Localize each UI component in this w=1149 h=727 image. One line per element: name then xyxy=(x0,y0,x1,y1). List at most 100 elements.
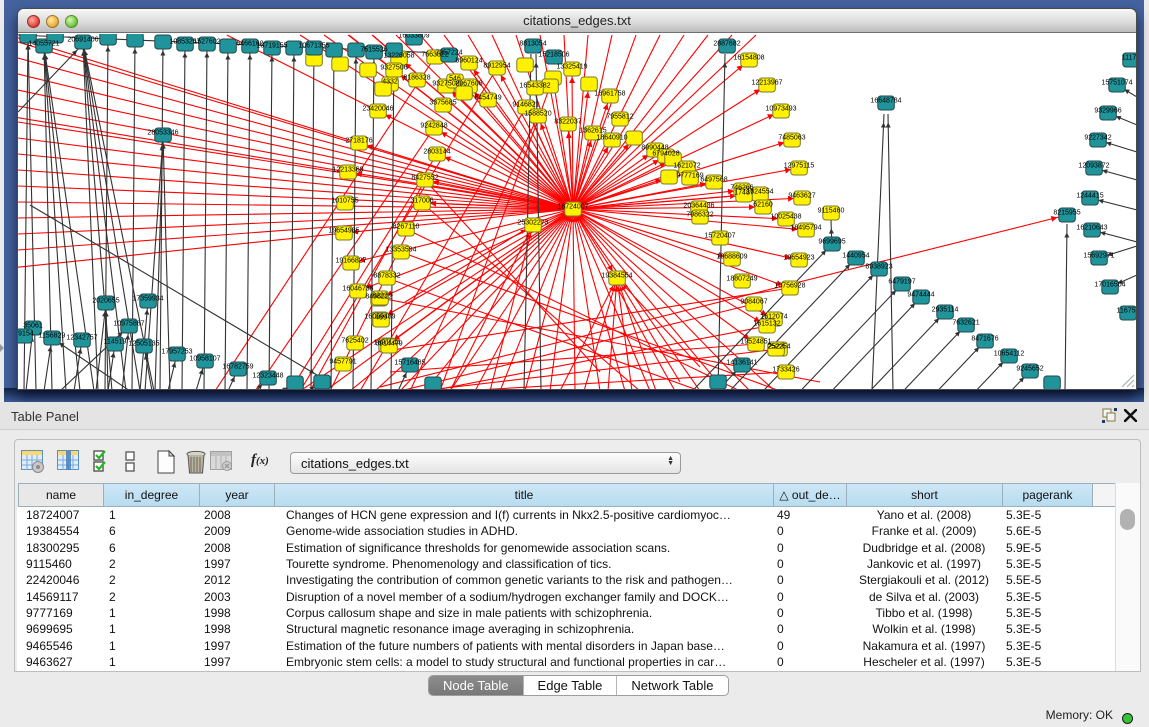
svg-text:1733426: 1733426 xyxy=(772,367,799,374)
svg-text:16046738: 16046738 xyxy=(342,286,373,293)
svg-text:2967608: 2967608 xyxy=(455,81,482,88)
svg-text:14055721: 14055721 xyxy=(28,41,59,48)
svg-text:9327506: 9327506 xyxy=(380,65,407,72)
svg-text:39154: 39154 xyxy=(18,331,34,338)
svg-text:7955812: 7955812 xyxy=(606,114,633,121)
svg-text:28053346: 28053346 xyxy=(147,130,178,137)
svg-text:17487: 17487 xyxy=(734,190,754,197)
svg-text:8938923: 8938923 xyxy=(865,264,892,271)
svg-text:2718176: 2718176 xyxy=(345,138,372,145)
svg-text:8454749: 8454749 xyxy=(474,95,501,102)
svg-text:10756928: 10756928 xyxy=(774,283,805,290)
svg-text:7625402: 7625402 xyxy=(341,338,368,345)
svg-text:6479197: 6479197 xyxy=(888,279,915,286)
svg-text:15720407: 15720407 xyxy=(704,233,735,240)
svg-text:35061: 35061 xyxy=(23,323,43,330)
svg-text:12505135: 12505135 xyxy=(128,341,159,348)
svg-text:9242848: 9242848 xyxy=(420,123,447,130)
svg-text:489: 489 xyxy=(375,315,387,322)
svg-text:12323448: 12323448 xyxy=(252,373,283,380)
svg-text:17016504: 17016504 xyxy=(1094,282,1125,289)
svg-text:25302273: 25302273 xyxy=(517,220,548,227)
svg-text:7632621: 7632621 xyxy=(952,320,979,327)
svg-text:116753: 116753 xyxy=(1117,308,1136,315)
svg-text:62160: 62160 xyxy=(753,202,773,209)
svg-text:10025438: 10025438 xyxy=(770,214,801,221)
svg-text:12975115: 12975115 xyxy=(784,163,815,170)
svg-text:1362615: 1362615 xyxy=(579,128,606,135)
svg-text:8960124: 8960124 xyxy=(455,58,482,65)
svg-text:19654985: 19654985 xyxy=(328,228,359,235)
svg-text:20364436: 20364436 xyxy=(683,203,714,210)
svg-text:13353594: 13353594 xyxy=(385,247,416,254)
svg-text:2887682: 2887682 xyxy=(713,41,740,48)
svg-text:9245652: 9245652 xyxy=(1016,366,1043,373)
svg-text:19654923: 19654923 xyxy=(783,255,814,262)
svg-text:1156829: 1156829 xyxy=(39,333,66,340)
svg-text:8186328: 8186328 xyxy=(403,75,430,82)
svg-text:15751074: 15751074 xyxy=(1101,80,1132,87)
svg-text:10975887: 10975887 xyxy=(113,321,144,328)
svg-text:1527602: 1527602 xyxy=(193,39,220,46)
svg-text:1588520: 1588520 xyxy=(524,111,551,118)
svg-text:2020655: 2020655 xyxy=(92,298,119,305)
svg-text:2803144: 2803144 xyxy=(423,149,450,156)
svg-text:1010755: 1010755 xyxy=(331,198,358,205)
svg-text:18807249: 18807249 xyxy=(726,276,757,283)
svg-text:6914479: 6914479 xyxy=(375,341,402,348)
svg-text:7485063: 7485063 xyxy=(778,135,805,142)
svg-text:1244415: 1244415 xyxy=(1076,193,1103,200)
svg-text:12213967: 12213967 xyxy=(751,80,782,87)
svg-text:4332: 4332 xyxy=(382,79,398,86)
svg-text:12093872: 12093872 xyxy=(1078,163,1109,170)
svg-text:6497568: 6497568 xyxy=(700,177,727,184)
svg-text:8267110: 8267110 xyxy=(393,224,420,231)
svg-text:1615132: 1615132 xyxy=(753,321,780,328)
svg-text:16961758: 16961758 xyxy=(594,91,625,98)
svg-text:16033809: 16033809 xyxy=(398,34,429,40)
svg-text:15716485: 15716485 xyxy=(394,360,425,367)
svg-text:19166827: 19166827 xyxy=(335,258,366,265)
svg-text:9699695: 9699695 xyxy=(818,239,845,246)
svg-text:317006: 317006 xyxy=(410,198,433,205)
svg-text:15692971: 15692971 xyxy=(1083,253,1114,260)
svg-text:1440954: 1440954 xyxy=(842,253,869,260)
svg-text:9463627: 9463627 xyxy=(788,193,815,200)
svg-text:8427552: 8427552 xyxy=(411,175,438,182)
svg-text:17957253: 17957253 xyxy=(161,349,192,356)
svg-text:14136141: 14136141 xyxy=(726,360,757,367)
svg-text:10654112: 10654112 xyxy=(994,351,1025,358)
svg-text:1621072: 1621072 xyxy=(673,163,700,170)
svg-text:9457791: 9457791 xyxy=(329,359,356,366)
svg-text:8813054: 8813054 xyxy=(519,41,546,48)
svg-text:11175: 11175 xyxy=(1122,55,1136,62)
svg-text:7357224: 7357224 xyxy=(435,50,462,57)
svg-text:8878332: 8878332 xyxy=(373,273,400,280)
svg-text:1612074: 1612074 xyxy=(760,314,787,321)
svg-text:20691406: 20691406 xyxy=(67,37,98,44)
svg-text:9146821: 9146821 xyxy=(512,102,539,109)
svg-text:18640910: 18640910 xyxy=(596,135,627,142)
svg-text:2523: 2523 xyxy=(768,344,784,351)
svg-text:16210643: 16210643 xyxy=(1076,225,1107,232)
svg-text:16154808: 16154808 xyxy=(733,55,764,62)
svg-text:18495794: 18495794 xyxy=(790,225,821,232)
svg-text:12342757: 12342757 xyxy=(66,335,97,342)
svg-text:8322037: 8322037 xyxy=(554,119,581,126)
svg-text:19384554: 19384554 xyxy=(601,273,632,280)
svg-text:23420046: 23420046 xyxy=(362,106,393,113)
svg-text:17359934: 17359934 xyxy=(132,296,163,303)
svg-text:13226058: 13226058 xyxy=(383,53,414,60)
svg-text:9115460: 9115460 xyxy=(818,208,845,215)
svg-text:12213369: 12213369 xyxy=(332,167,363,174)
svg-text:8912954: 8912954 xyxy=(483,63,510,70)
svg-text:8471676: 8471676 xyxy=(971,336,998,343)
svg-text:3375685: 3375685 xyxy=(429,100,456,107)
svg-text:6794028: 6794028 xyxy=(652,151,679,158)
svg-text:114519: 114519 xyxy=(104,339,127,346)
svg-text:7986322: 7986322 xyxy=(686,212,713,219)
svg-text:10958107: 10958107 xyxy=(189,356,220,363)
svg-text:9227342: 9227342 xyxy=(1084,135,1111,142)
svg-text:10688609: 10688609 xyxy=(716,254,747,261)
svg-text:8222: 8222 xyxy=(372,293,388,300)
